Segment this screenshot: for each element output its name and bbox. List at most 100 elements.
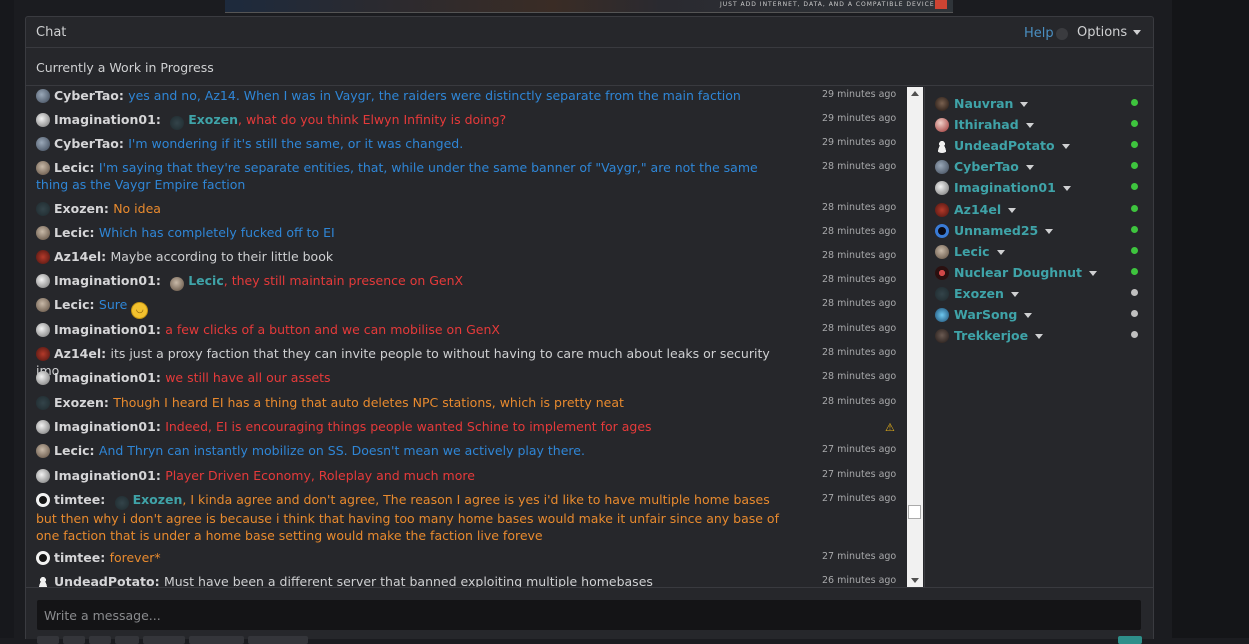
user-name-wrap[interactable]: Trekkerjoe (954, 328, 1044, 343)
avatar[interactable] (36, 113, 50, 127)
mention-name[interactable]: Exozen (188, 112, 238, 127)
user-name-wrap[interactable]: Az14el (954, 202, 1017, 217)
options-button[interactable]: Options (1077, 25, 1142, 40)
user-name-wrap[interactable]: Exozen (954, 286, 1019, 301)
user-name-wrap[interactable]: WarSong (954, 307, 1033, 322)
avatar[interactable] (36, 323, 50, 337)
chevron-down-icon[interactable] (1020, 102, 1029, 107)
message-author[interactable]: Imagination01 (54, 370, 156, 385)
user-list-item[interactable]: Nauvran (935, 95, 1140, 115)
toolbar-button[interactable] (248, 636, 308, 644)
mention-avatar[interactable] (170, 277, 185, 291)
chevron-down-icon[interactable] (1024, 313, 1033, 318)
message-author[interactable]: timtee (54, 550, 100, 565)
mention-name[interactable]: Lecic (188, 273, 224, 288)
avatar[interactable] (36, 274, 50, 288)
user-name-wrap[interactable]: Nauvran (954, 96, 1029, 111)
chevron-down-icon[interactable] (1061, 144, 1070, 150)
avatar[interactable] (36, 161, 50, 175)
user-list-item[interactable]: Ithirahad (935, 116, 1140, 136)
scroll-up-arrow-icon[interactable] (911, 91, 919, 96)
user-list-item[interactable]: UndeadPotato (935, 137, 1140, 157)
user-name[interactable]: Imagination01 (954, 180, 1056, 195)
message-author[interactable]: UndeadPotato (54, 574, 155, 587)
avatar[interactable] (36, 202, 50, 216)
message-author[interactable]: Imagination01 (54, 322, 156, 337)
chevron-down-icon[interactable] (996, 249, 1005, 255)
message-author[interactable]: Exozen (54, 201, 104, 216)
avatar[interactable] (36, 250, 50, 264)
user-list-item[interactable]: WarSong (935, 306, 1140, 326)
chevron-down-icon[interactable] (1088, 270, 1097, 276)
user-list-item[interactable]: Unnamed25 (935, 222, 1140, 242)
user-name[interactable]: Nauvran (954, 96, 1013, 111)
message-scrollbar[interactable] (907, 87, 923, 587)
user-name[interactable]: Ithirahad (954, 117, 1019, 132)
avatar[interactable] (36, 347, 50, 361)
avatar[interactable] (36, 493, 50, 507)
avatar[interactable] (36, 371, 50, 385)
toolbar-button[interactable] (115, 636, 139, 644)
avatar[interactable] (36, 420, 50, 434)
user-list-item[interactable]: Trekkerjoe (935, 327, 1140, 347)
message-author[interactable]: Lecic (54, 225, 90, 240)
scroll-down-arrow-icon[interactable] (911, 578, 919, 583)
message-author[interactable]: Imagination01 (54, 419, 156, 434)
message-author[interactable]: CyberTao (54, 88, 119, 103)
user-list-item[interactable]: Imagination01 (935, 179, 1140, 199)
message-author[interactable]: Imagination01 (54, 112, 156, 127)
user-list-item[interactable]: Lecic (935, 243, 1140, 263)
scroll-thumb[interactable] (908, 505, 921, 519)
send-button[interactable] (1118, 636, 1142, 644)
message-list[interactable]: CyberTao: yes and no, Az14. When I was i… (36, 87, 906, 587)
ad-banner[interactable]: JUST ADD INTERNET, DATA, AND A COMPATIBL… (225, 0, 953, 13)
user-list-item[interactable]: Az14el (935, 201, 1140, 221)
toolbar-button[interactable] (37, 636, 59, 644)
mention-name[interactable]: Exozen (133, 492, 183, 507)
message-author[interactable]: Lecic (54, 160, 90, 175)
message-author[interactable]: Az14el (54, 249, 101, 264)
user-name-wrap[interactable]: UndeadPotato (954, 138, 1070, 153)
chevron-down-icon[interactable] (1008, 207, 1017, 213)
toolbar-button[interactable] (89, 636, 111, 644)
user-name[interactable]: WarSong (954, 307, 1017, 322)
avatar[interactable] (36, 396, 50, 410)
user-name[interactable]: UndeadPotato (954, 138, 1055, 153)
user-name-wrap[interactable]: Unnamed25 (954, 223, 1054, 238)
user-name-wrap[interactable]: CyberTao (954, 159, 1034, 174)
toolbar-button[interactable] (143, 636, 185, 644)
user-name-wrap[interactable]: Ithirahad (954, 117, 1034, 132)
warning-icon[interactable]: ⚠ (885, 419, 895, 436)
avatar[interactable] (36, 137, 50, 151)
help-icon[interactable] (1056, 28, 1068, 40)
avatar[interactable] (36, 226, 50, 240)
user-list-item[interactable]: CyberTao (935, 158, 1140, 178)
avatar[interactable] (36, 298, 50, 312)
user-name[interactable]: Lecic (954, 244, 990, 259)
avatar[interactable] (36, 551, 50, 565)
chevron-down-icon[interactable] (1045, 228, 1054, 234)
message-author[interactable]: Az14el (54, 346, 101, 361)
message-author[interactable]: Lecic (54, 297, 90, 312)
user-name[interactable]: CyberTao (954, 159, 1019, 174)
chevron-down-icon[interactable] (1025, 123, 1034, 129)
help-link[interactable]: Help (1024, 26, 1054, 41)
user-list-item[interactable]: Exozen (935, 285, 1140, 305)
message-author[interactable]: CyberTao (54, 136, 119, 151)
message-author[interactable]: Exozen (54, 395, 104, 410)
user-name-wrap[interactable]: Lecic (954, 244, 1005, 259)
user-name[interactable]: Az14el (954, 202, 1001, 217)
chevron-down-icon[interactable] (1010, 291, 1019, 297)
avatar[interactable] (36, 575, 50, 587)
user-name-wrap[interactable]: Nuclear Doughnut (954, 265, 1097, 280)
user-name-wrap[interactable]: Imagination01 (954, 180, 1071, 195)
message-author[interactable]: Imagination01 (54, 468, 156, 483)
toolbar-button[interactable] (63, 636, 85, 644)
message-author[interactable]: timtee (54, 492, 100, 507)
message-input[interactable] (37, 600, 1141, 630)
chevron-down-icon[interactable] (1062, 186, 1071, 192)
avatar[interactable] (36, 89, 50, 103)
user-list-item[interactable]: Nuclear Doughnut (935, 264, 1140, 284)
mention-avatar[interactable] (114, 496, 129, 510)
chevron-down-icon[interactable] (1025, 165, 1034, 171)
